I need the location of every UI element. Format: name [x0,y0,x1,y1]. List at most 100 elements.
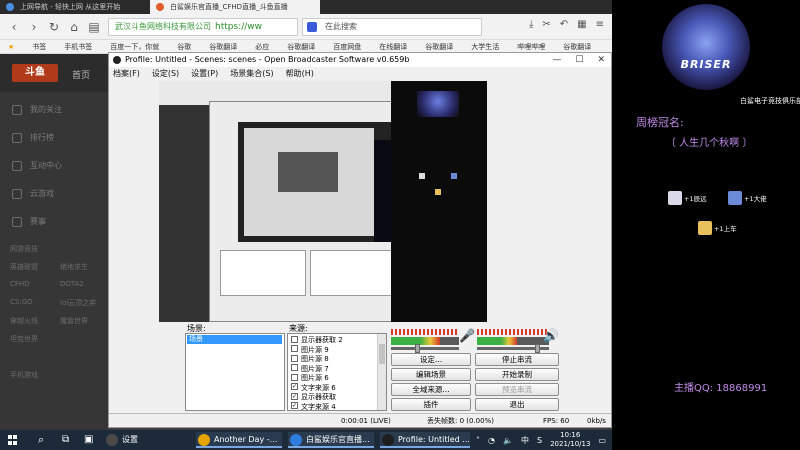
source-item[interactable]: ✓ 显示器获取 [291,392,336,402]
tray-lang[interactable]: 中 [521,435,529,446]
tab-navigation[interactable]: 上网导航 - 轻快上网 从这里开始 [0,0,150,14]
taskbar-app[interactable]: 设置 [104,432,190,448]
douyu-side-item[interactable]: 赛事 [12,216,46,227]
douyu-category-link[interactable]: 网游竞技 [10,244,38,254]
close-icon[interactable]: ✕ [597,53,605,67]
back-icon[interactable]: ‹ [6,19,22,35]
source-item[interactable]: 图片源 9 [291,345,329,355]
home-icon[interactable]: ⌂ [66,19,82,35]
start-record-button[interactable]: 开始录制 [475,368,559,381]
edit-scene-button[interactable]: 编辑场景 [391,368,471,381]
search-input[interactable]: 在此搜索 [302,18,482,36]
store-icon[interactable]: ▣ [84,430,93,450]
task-view-icon[interactable]: ⧉ [62,430,69,450]
stop-stream-button[interactable]: 停止串流 [475,353,559,366]
refresh-icon[interactable]: ↻ [46,19,62,35]
douyu-category-link[interactable]: 穿越火线 [10,316,38,326]
source-item[interactable]: 图片源 7 [291,364,329,374]
mic-volume-slider[interactable] [391,347,459,350]
obs-menu-item[interactable]: 档案(F) [113,67,140,80]
source-item[interactable]: ✓ 文字来源 6 [291,383,336,393]
checkbox-checked[interactable]: ✓ [291,402,298,409]
bookmark-item[interactable]: 手机书签 [64,40,92,53]
source-item[interactable]: 图片源 8 [291,354,329,364]
search-icon[interactable]: ⌕ [38,430,44,450]
scrollbar-thumb[interactable] [379,344,385,364]
stream-time: 0:00:01 (LIVE) [341,417,391,425]
speaker-icon[interactable]: 🔊 [543,329,559,345]
taskbar-app[interactable]: Another Day -... [196,432,282,448]
sources-list[interactable]: 显示器获取 2 图片源 9 图片源 8 图片源 7 图片源 6 ✓ 文字来源 6 ✓ 显示器获取… [287,333,387,411]
windows-start-icon[interactable] [8,435,18,445]
douyu-logo[interactable]: 斗鱼 [12,64,58,82]
douyu-side-item[interactable]: 云游戏 [12,188,54,199]
scene-item[interactable]: 场景 [187,335,282,344]
douyu-category-link[interactable]: DOTA2 [60,280,84,288]
douyu-category-link[interactable]: 英雄联盟 [10,262,38,272]
douyu-side-item[interactable]: 排行榜 [12,132,54,143]
menu-icon[interactable]: ≡ [596,19,604,30]
forward-icon[interactable]: › [26,19,42,35]
taskbar-app[interactable]: 白鲨娱乐官直播... [288,432,374,448]
douyu-category-link[interactable]: lol云顶之弈 [60,298,96,308]
undo-icon[interactable]: ↶ [560,19,568,30]
douyu-category-link[interactable]: 绝地求生 [60,262,88,272]
microphone-icon[interactable]: 🎤 [459,329,475,345]
checkbox-unchecked[interactable] [291,335,298,343]
obs-statusbar: 0:00:01 (LIVE) 丢失帧数: 0 (0.00%) FPS: 60 0… [109,413,611,427]
browser-tabbar: 上网导航 - 轻快上网 从这里开始 白鲨娱乐官直播_CFHD直播_斗鱼直播 [0,0,612,14]
mic-volume-knob[interactable] [415,344,421,353]
minimize-icon[interactable]: — [552,53,561,67]
gift-text: +1辰远 [684,195,707,203]
address-bar[interactable]: 武汉斗鱼网络科技有限公司 https://ww [108,18,298,36]
preview-nested-browser [159,81,487,322]
checkbox-unchecked[interactable] [291,354,298,362]
sources-scrollbar[interactable] [377,334,386,410]
checkbox-checked[interactable]: ✓ [291,392,298,400]
douyu-side-item[interactable]: 我的关注 [12,104,62,115]
douyu-category-link[interactable]: 坦克世界 [10,334,38,344]
clock[interactable]: 10:16 2021/10/13 [550,431,590,449]
reader-icon[interactable]: ▤ [86,19,102,35]
maximize-icon[interactable]: ☐ [575,53,583,67]
tray-ime[interactable]: S [537,436,542,445]
douyu-category-link[interactable]: CFHD [10,280,30,288]
source-item[interactable]: ✓ 文字来源 4 [291,402,336,410]
tab-douyu[interactable]: 白鲨娱乐官直播_CFHD直播_斗鱼直播 [150,0,320,14]
scenes-list[interactable]: 场景 [185,333,285,411]
volume-icon[interactable]: 🔈 [503,436,513,445]
douyu-category-link[interactable]: CS:GO [10,298,33,306]
douyu-category-link[interactable]: 手机游戏 [10,370,38,380]
scissors-icon[interactable]: ✂ [542,19,550,30]
app-icon [290,434,302,446]
obs-menu-item[interactable]: 帮助(H) [286,67,314,80]
bookmark-folder[interactable]: 书签 [32,40,46,53]
tray-arrow-icon[interactable]: ˄ [476,436,480,445]
douyu-home-link[interactable]: 首页 [72,68,90,81]
source-item[interactable]: 图片源 6 [291,373,329,383]
checkbox-unchecked[interactable] [291,345,298,352]
obs-menu-item[interactable]: 设置(P) [191,67,218,80]
notification-icon[interactable]: ▭ [598,436,606,445]
checkbox-checked[interactable]: ✓ [291,383,298,390]
douyu-category-link[interactable]: 魔兽世界 [60,316,88,326]
taskbar-app[interactable]: Profile: Untitled ... [380,432,470,448]
source-item[interactable]: 显示器获取 2 [291,335,343,345]
grid-icon[interactable]: ▦ [577,19,586,30]
douyu-side-item[interactable]: 互动中心 [12,160,62,171]
preview-stream-button[interactable]: 预览串流 [475,383,559,396]
settings-button[interactable]: 设定... [391,353,471,366]
download-icon[interactable]: ⤓ [529,19,533,30]
obs-menu-item[interactable]: 场景集合(S) [230,67,273,80]
checkbox-unchecked[interactable] [291,373,298,381]
desktop-volume-knob[interactable] [535,344,541,353]
plugins-button[interactable]: 插件 [391,398,471,411]
checkbox-unchecked[interactable] [291,364,298,371]
team-logo: BRISER [662,4,750,90]
tab-favicon [6,3,14,11]
window-buttons: — ☐ ✕ [552,53,605,67]
obs-menu-item[interactable]: 设定(S) [152,67,179,80]
wifi-icon[interactable]: ◔ [488,436,495,445]
exit-button[interactable]: 退出 [475,398,559,411]
global-sources-button[interactable]: 全域来源... [391,383,471,396]
